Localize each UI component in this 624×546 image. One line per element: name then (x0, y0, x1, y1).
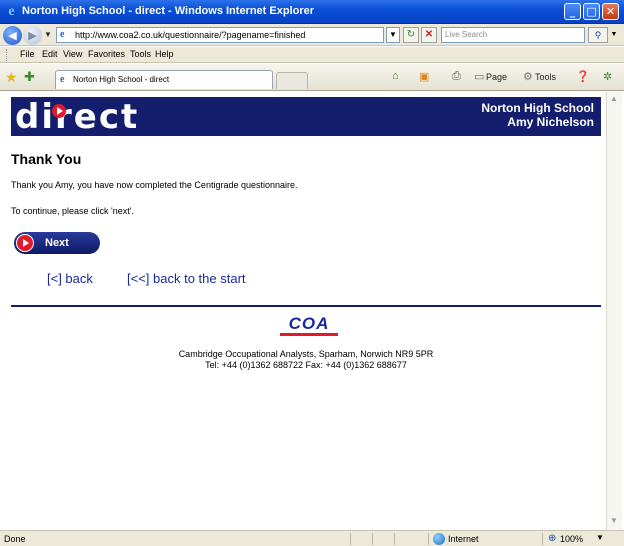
scroll-up-icon[interactable]: ▲ (610, 94, 618, 103)
status-divider (350, 533, 351, 545)
menu-file[interactable]: File (20, 49, 35, 59)
zoom-dropdown-icon[interactable]: ▼ (596, 533, 604, 542)
home-icon[interactable]: ⌂ (392, 70, 399, 82)
page-menu[interactable]: Page (486, 72, 507, 82)
vertical-scrollbar[interactable]: ▲ ▼ (606, 92, 622, 530)
ie-logo-icon: e (8, 4, 15, 19)
address-url: http://www.coa2.co.uk/questionnaire/?pag… (75, 30, 306, 40)
print-icon[interactable]: ⎙ (452, 70, 461, 83)
tools-menu[interactable]: Tools (535, 72, 556, 82)
menu-bar: File Edit View Favorites Tools Help (0, 47, 624, 63)
forward-button[interactable]: ▶ (23, 26, 42, 45)
search-input[interactable]: Live Search (441, 27, 585, 43)
scroll-down-icon[interactable]: ▼ (610, 516, 618, 525)
page-icon: e (60, 29, 65, 40)
add-favorite-icon[interactable]: ✚ (24, 69, 35, 85)
footer-contact: Tel: +44 (0)1362 688722 Fax: +44 (0)1362… (205, 360, 407, 370)
feeds-icon[interactable]: ▣ (419, 70, 429, 83)
search-options-icon[interactable]: ▼ (609, 27, 619, 43)
status-divider (428, 533, 429, 545)
zoom-icon[interactable]: ⊕ (548, 533, 556, 544)
status-text: Done (4, 534, 26, 544)
status-bar: Done Internet ⊕ 100% ▼ (0, 530, 624, 546)
coa-logo: COA (280, 314, 338, 336)
menu-tools[interactable]: Tools (130, 49, 151, 59)
direct-logo: direct (15, 97, 140, 137)
menu-help[interactable]: Help (155, 49, 174, 59)
address-dropdown-icon[interactable]: ▼ (386, 27, 400, 43)
next-arrow-icon (16, 234, 34, 252)
menu-view[interactable]: View (63, 49, 82, 59)
tab-title: Norton High School - direct (73, 75, 170, 84)
menu-favorites[interactable]: Favorites (88, 49, 125, 59)
back-button[interactable]: ◀ (3, 26, 22, 45)
status-divider (394, 533, 395, 545)
history-dropdown-icon[interactable]: ▼ (44, 30, 52, 39)
back-to-start-link[interactable]: [<<] back to the start (127, 271, 246, 286)
close-button[interactable]: ✕ (602, 3, 619, 20)
help-icon[interactable]: ❓ (576, 70, 590, 83)
refresh-button[interactable]: ↻ (403, 27, 419, 43)
menu-edit[interactable]: Edit (42, 49, 58, 59)
student-name: Amy Nichelson (507, 115, 594, 129)
new-tab-button[interactable] (276, 72, 308, 89)
next-button-label: Next (45, 237, 69, 249)
logo-play-icon (52, 104, 66, 118)
site-banner: direct Norton High School Amy Nichelson (11, 97, 601, 136)
maximize-button[interactable]: □ (583, 3, 600, 20)
search-placeholder: Live Search (445, 30, 488, 39)
tools-gear-icon: ⚙ (523, 71, 533, 83)
address-field[interactable]: e http://www.coa2.co.uk/questionnaire/?p… (56, 27, 384, 43)
school-name: Norton High School (481, 101, 594, 115)
back-link[interactable]: [<] back (47, 271, 93, 286)
footer-address: Cambridge Occupational Analysts, Sparham… (178, 349, 434, 359)
coa-logo-text: COA (288, 314, 330, 333)
minimize-button[interactable]: _ (564, 3, 581, 20)
coa-logo-underline (280, 333, 338, 336)
status-divider (542, 533, 543, 545)
search-icon[interactable]: ⚲ (588, 27, 608, 43)
zoom-level[interactable]: 100% (560, 534, 583, 544)
completion-message: Thank you Amy, you have now completed th… (11, 180, 298, 190)
instruction-text: To continue, please click 'next'. (11, 206, 135, 216)
internet-zone-icon (433, 533, 445, 545)
status-divider (372, 533, 373, 545)
toolbar-grip (6, 49, 8, 61)
security-zone: Internet (448, 534, 479, 544)
tab-bar: ★ ✚ e Norton High School - direct ⌂ ▣ ⎙ … (0, 64, 624, 91)
research-icon[interactable]: ✲ (603, 70, 612, 83)
favorites-center-icon[interactable]: ★ (5, 69, 18, 86)
stop-button[interactable]: ✕ (421, 27, 437, 43)
footer-divider (11, 305, 601, 307)
page-title: Thank You (11, 151, 82, 167)
tab-page-icon: e (60, 74, 65, 85)
tab-current[interactable]: e Norton High School - direct (55, 70, 273, 89)
window-title-bar[interactable]: e Norton High School - direct - Windows … (0, 0, 624, 24)
page-content (5, 92, 605, 530)
next-button[interactable]: Next (14, 232, 100, 254)
window-title: Norton High School - direct - Windows In… (22, 5, 315, 17)
page-menu-icon: ▭ (474, 71, 485, 83)
address-toolbar: ◀ ▶ ▼ e http://www.coa2.co.uk/questionna… (0, 24, 624, 46)
